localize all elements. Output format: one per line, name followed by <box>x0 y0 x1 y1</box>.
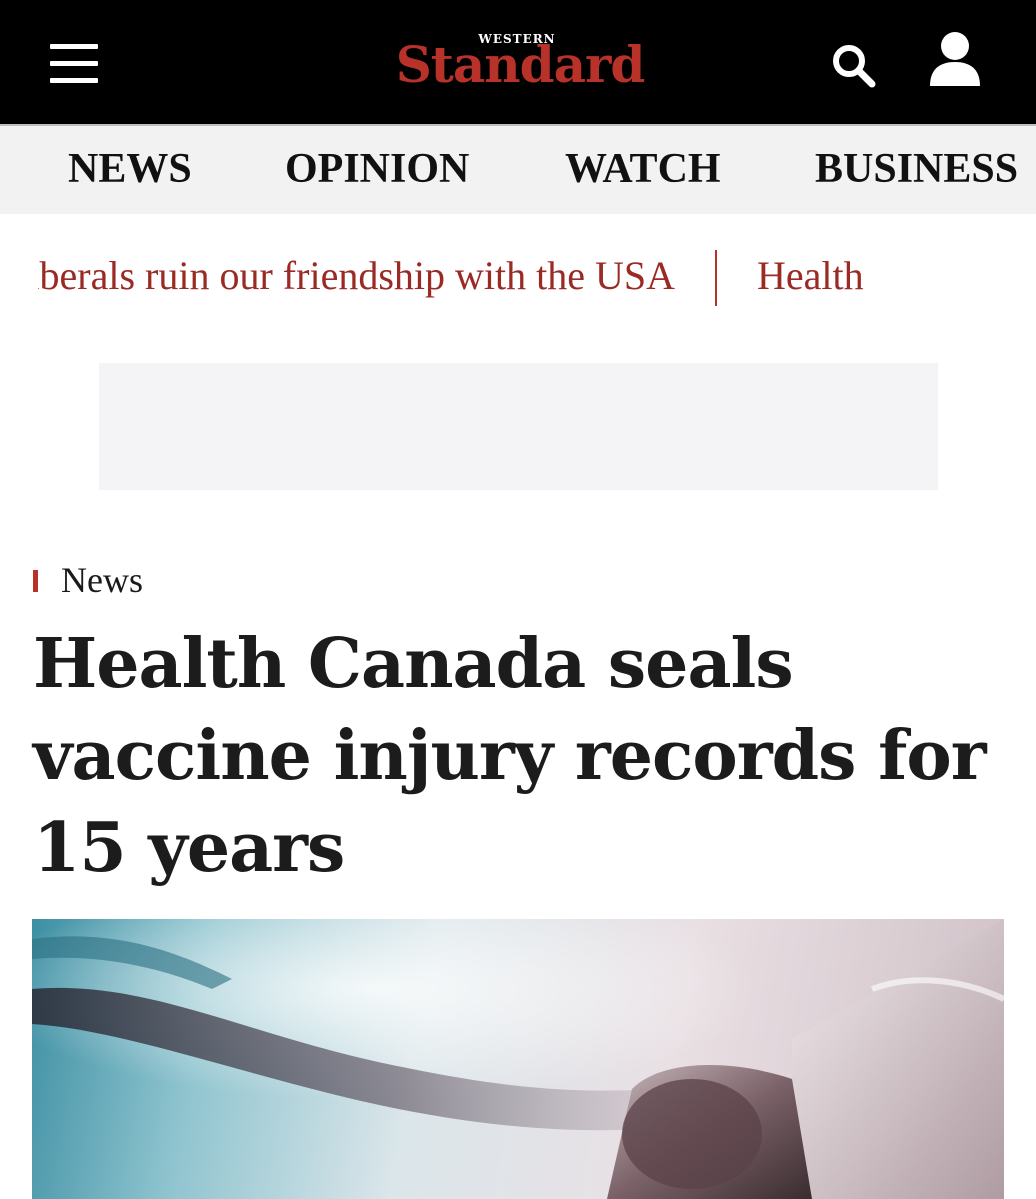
ticker-separator <box>715 250 717 306</box>
logo-main-text: Standard <box>395 35 646 94</box>
ticker-item[interactable]: Liberals ruin our friendship with the US… <box>38 244 675 308</box>
ticker-item[interactable]: Health <box>757 244 864 308</box>
article-headline: Health Canada seals vaccine injury recor… <box>33 624 987 888</box>
ad-placeholder <box>99 363 938 490</box>
nav-item-watch[interactable]: WATCH <box>565 144 721 194</box>
nav-item-business[interactable]: BUSINESS <box>815 144 1018 194</box>
site-logo[interactable]: WESTERN Standard <box>370 30 670 94</box>
nav-item-news[interactable]: NEWS <box>68 144 192 194</box>
user-account-icon[interactable] <box>928 30 982 88</box>
category-label: News <box>61 560 143 600</box>
search-icon[interactable] <box>830 42 878 90</box>
hamburger-menu-icon[interactable] <box>50 44 98 84</box>
ticker-viewport: Liberals ruin our friendship with the US… <box>38 244 996 314</box>
main-navigation: NEWS OPINION WATCH BUSINESS <box>0 124 1036 214</box>
site-header: WESTERN Standard <box>0 0 1036 124</box>
hero-image-art <box>32 919 1004 1199</box>
article-hero-image <box>32 919 1004 1199</box>
headline-ticker: Liberals ruin our friendship with the US… <box>0 214 1036 344</box>
category-marker <box>33 570 38 592</box>
nav-item-opinion[interactable]: OPINION <box>285 144 469 194</box>
ticker-track: Liberals ruin our friendship with the US… <box>38 244 864 314</box>
